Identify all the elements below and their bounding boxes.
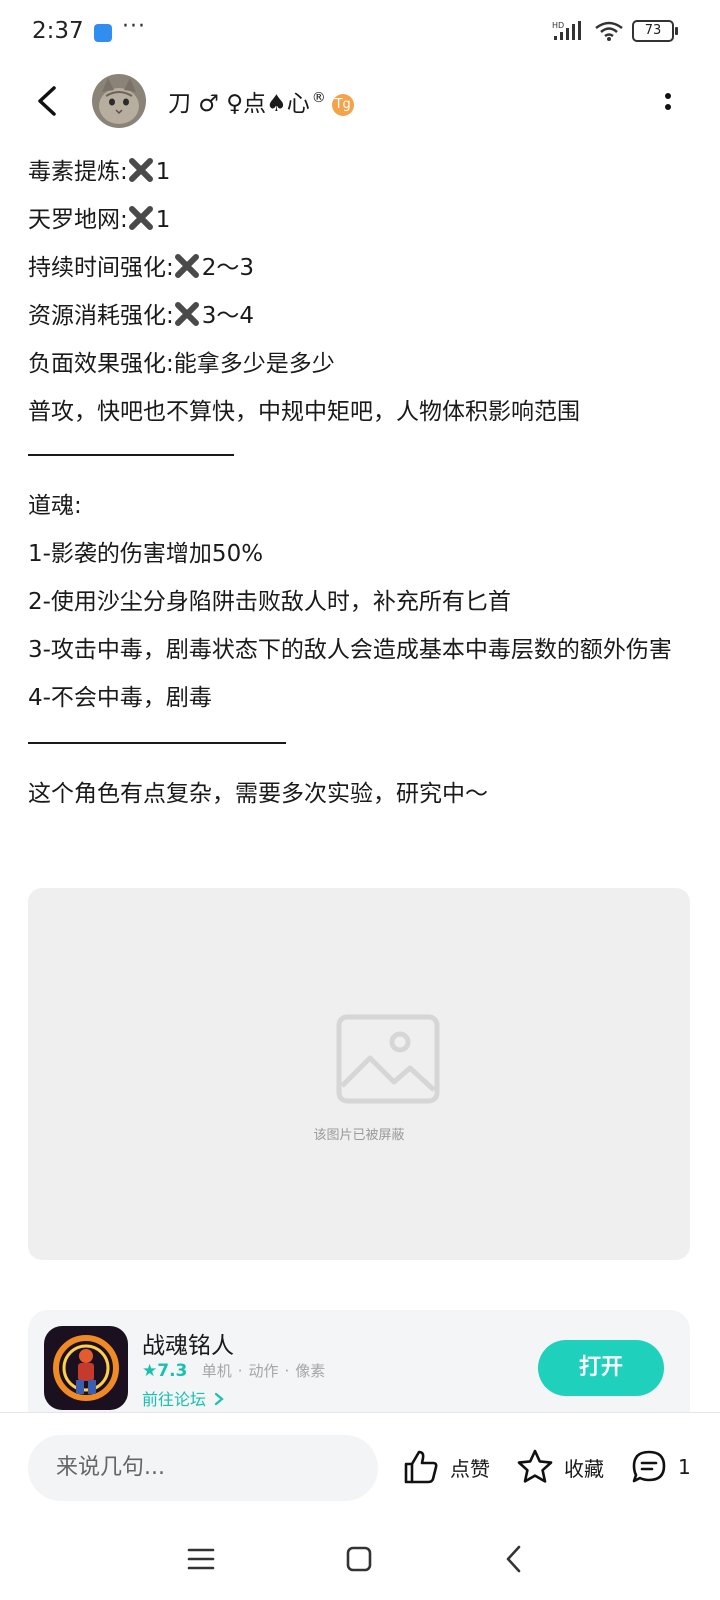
star-icon: ★ [142,1361,158,1381]
avatar[interactable] [92,74,146,128]
status-indicators: HD 73 [552,20,678,42]
stat-line: 天罗地网: 1 [28,196,688,244]
wifi-icon [595,21,623,41]
divider [28,454,234,456]
closing-text: 这个角色有点复杂，需要多次实验，研究中～ [28,781,488,807]
signal-icon: HD [552,21,581,40]
status-bar: 2:37 ··· HD 73 [0,0,720,64]
cross-mark-icon [128,206,153,230]
game-app-icon [44,1326,128,1410]
stat-label: 毒素提炼: [28,159,128,185]
tag-separator: · [237,1362,243,1380]
post-content: 毒素提炼: 1 天罗地网: 1 持续时间强化: 2～3 资源消耗强化: 3～4 负面效果… [28,148,688,818]
game-tag: 单机 [201,1362,232,1380]
more-options-icon[interactable] [660,90,676,118]
stat-value: 3～4 [201,303,255,329]
home-icon[interactable] [342,1542,376,1576]
like-label: 点赞 [450,1456,490,1481]
stat-value: 1 [155,207,171,233]
blocked-image[interactable]: 该图片已被屏蔽 [28,888,690,1260]
stat-label: 资源消耗强化: [28,303,174,329]
soul-item: 1-影袭的伤害增加50% [28,541,264,567]
favorite-button[interactable]: 收藏 [516,1445,604,1489]
game-card[interactable]: 战魂铭人 ★7.3 单机 · 动作 · 像素 前往论坛 打开 [28,1310,690,1422]
cross-mark-icon [128,158,153,182]
image-blocked-text: 该图片已被屏蔽 [313,1128,405,1143]
open-game-button[interactable]: 打开 [538,1340,664,1396]
soul-title: 道魂: [28,493,82,519]
stat-line: 资源消耗强化: 3～4 [28,292,688,340]
stat-label: 天罗地网: [28,207,128,233]
back-nav-icon[interactable] [498,1542,532,1576]
system-nav-bar [0,1526,720,1600]
comment-icon [632,1450,666,1483]
author-name-text: 刀 ♂ ♀点♠心 [168,91,310,117]
notification-app-icon [94,24,112,42]
chevron-right-icon [215,1392,224,1406]
cross-mark-icon [174,302,199,326]
status-time: 2:37 [32,18,84,44]
tag-separator: · [284,1362,290,1380]
game-title[interactable]: 战魂铭人 [142,1326,234,1360]
stat-line: 毒素提炼: 1 [28,148,688,196]
author-name[interactable]: 刀 ♂ ♀点♠心 ® Tg [168,84,354,118]
back-button[interactable] [28,80,68,122]
soul-item: 3-攻击中毒，剧毒状态下的敌人会造成基本中毒层数的额外伤害 [28,637,672,663]
comment-button[interactable]: 1 [630,1445,691,1489]
status-more-icon: ··· [122,14,146,39]
comment-count: 1 [678,1455,691,1479]
game-meta: ★7.3 单机 · 动作 · 像素 [142,1360,325,1381]
image-placeholder-icon [336,1014,440,1104]
network-label: HD [552,21,564,30]
stat-value: 1 [155,159,171,185]
stat-line: 持续时间强化: 2～3 [28,244,688,292]
post-header: 刀 ♂ ♀点♠心 ® Tg [0,66,720,136]
stat-value: 2～3 [201,255,255,281]
favorite-label: 收藏 [564,1456,604,1481]
menu-icon[interactable] [184,1542,218,1576]
thumbs-up-icon [404,1450,438,1484]
game-tag: 动作 [248,1362,279,1380]
text-line: 普攻，快吧也不算快，中规中矩吧，人物体积影响范围 [28,399,580,425]
forum-link[interactable]: 前往论坛 [142,1386,225,1410]
game-tag: 像素 [295,1362,326,1380]
user-badge-icon: Tg [331,93,354,116]
bottom-action-bar: 来说几句... 点赞 收藏 1 [0,1412,720,1527]
cross-mark-icon [174,254,199,278]
registered-mark: ® [311,90,326,107]
battery-indicator: 73 [632,20,678,42]
star-outline-icon [517,1449,553,1483]
forum-link-label: 前往论坛 [142,1390,207,1409]
soul-item: 2-使用沙尘分身陷阱击败敌人时，补充所有匕首 [28,589,511,615]
like-button[interactable]: 点赞 [402,1445,490,1489]
stat-label: 持续时间强化: [28,255,174,281]
game-rating: 7.3 [157,1361,188,1381]
divider [28,742,286,744]
comment-input[interactable]: 来说几句... [28,1435,378,1501]
soul-item: 4-不会中毒，剧毒 [28,685,212,711]
text-line: 负面效果强化:能拿多少是多少 [28,351,335,377]
